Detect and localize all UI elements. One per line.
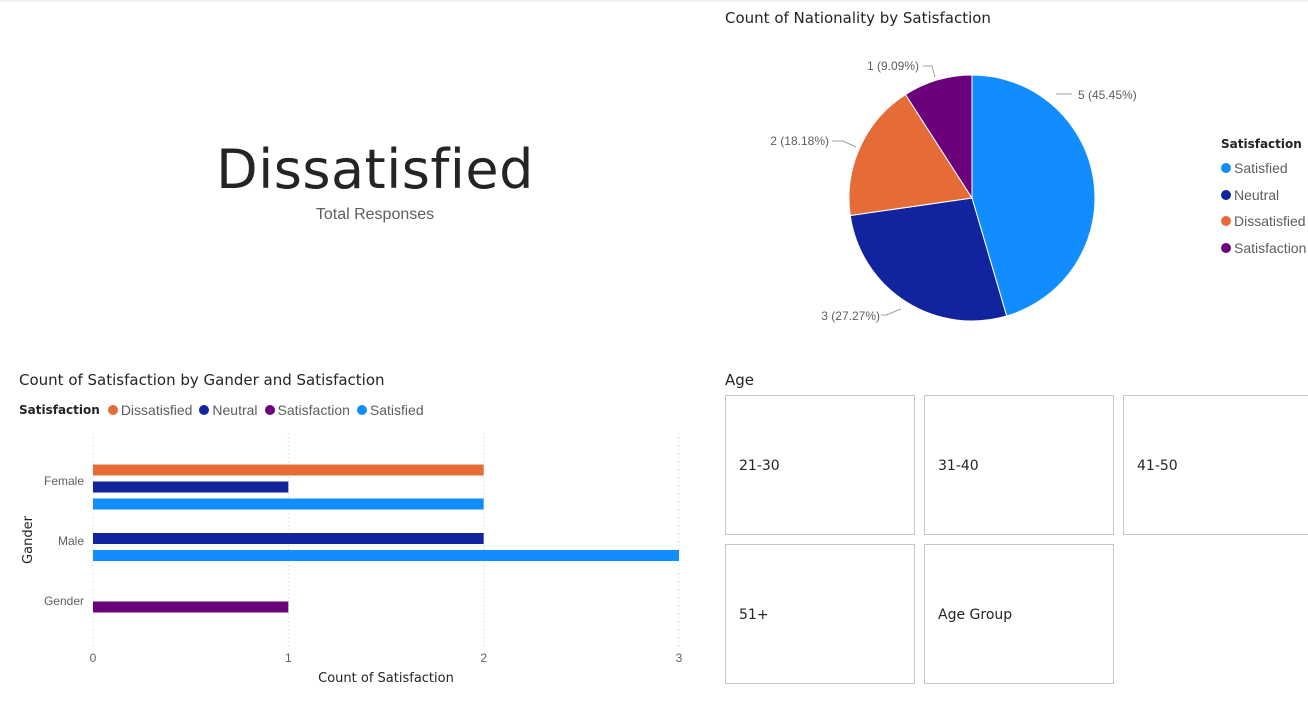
pie-data-label: 3 (27.27%) xyxy=(821,309,880,323)
pie-label-leader xyxy=(881,308,902,316)
pie-legend-label: Satisfied xyxy=(1234,160,1288,177)
pie-legend-label: Satisfaction xyxy=(1234,239,1307,256)
bar-legend-item-satisfaction[interactable]: Satisfaction xyxy=(264,402,350,418)
bar-legend-title: Satisfaction xyxy=(19,403,100,417)
legend-dot-icon xyxy=(356,405,367,415)
y-tick-label: Female xyxy=(44,474,84,488)
bar-legend-label: Neutral xyxy=(212,402,258,418)
x-tick-label: 3 xyxy=(676,651,683,665)
pie-legend-item-satisfied[interactable]: Satisfied xyxy=(1221,155,1306,182)
x-tick-label: 2 xyxy=(480,651,487,665)
bar-gender-satisfaction[interactable] xyxy=(93,601,289,613)
age-tile-age-group[interactable]: Age Group xyxy=(924,544,1114,684)
legend-dot-icon xyxy=(1221,163,1231,174)
bar-legend-label: Dissatisfied xyxy=(120,402,193,418)
age-tile-41-50[interactable]: 41-50 xyxy=(1123,395,1308,535)
age-tile-label: 31-40 xyxy=(938,458,979,474)
y-tick-label: Male xyxy=(58,534,84,548)
bar-chart[interactable]: Female Male Gender 0 1 2 3 Count of Satisfactio… xyxy=(0,425,700,695)
legend-dot-icon xyxy=(1221,189,1231,200)
bar-legend-label: Satisfied xyxy=(369,402,424,418)
pie-legend-item-dissatisfied[interactable]: Dissatisfied xyxy=(1221,208,1306,235)
kpi-label: Total Responses xyxy=(315,206,435,223)
pie-chart-title: Count of Nationality by Satisfaction xyxy=(725,9,991,27)
legend-dot-icon xyxy=(264,405,275,415)
pie-data-label: 1 (9.09%) xyxy=(867,59,919,73)
x-axis-title: Count of Satisfaction xyxy=(318,671,454,686)
y-axis-title: Gander xyxy=(21,515,36,564)
x-tick-label: 0 xyxy=(90,651,97,665)
pie-label-leader xyxy=(923,65,936,78)
age-tile-label: 21-30 xyxy=(739,458,780,474)
pie-label-leader xyxy=(832,140,857,148)
bar-female-dissatisfied[interactable] xyxy=(93,464,484,476)
pie-legend-item-satisfaction[interactable]: Satisfaction xyxy=(1221,235,1306,262)
bar-female-satisfied[interactable] xyxy=(93,498,484,510)
bar-chart-title: Count of Satisfaction by Gander and Sati… xyxy=(19,371,385,389)
legend-dot-icon xyxy=(199,405,210,415)
bar-legend-item-dissatisfied[interactable]: Dissatisfied xyxy=(107,402,193,418)
pie-chart[interactable]: 5 (45.45%) 3 (27.27%) 2 (18.18%) 1 (9.09%) xyxy=(720,30,1200,350)
pie-legend-label: Dissatisfied xyxy=(1234,213,1306,230)
legend-dot-icon xyxy=(107,405,118,415)
x-tick-label: 1 xyxy=(285,651,292,665)
y-tick-label: Gender xyxy=(44,594,84,608)
kpi-card[interactable]: Dissatisfied Total Responses xyxy=(0,0,750,360)
age-slicer-title: Age xyxy=(725,371,755,389)
bar-male-neutral[interactable] xyxy=(93,533,484,544)
bar-legend-label: Satisfaction xyxy=(277,402,350,418)
age-tile-label: 51+ xyxy=(739,607,769,623)
bar-male-satisfied[interactable] xyxy=(93,550,679,561)
pie-legend-title: Satisfaction xyxy=(1221,137,1302,151)
bar-female-neutral[interactable] xyxy=(93,481,289,493)
pie-data-label: 5 (45.45%) xyxy=(1078,88,1137,102)
age-tile-51-plus[interactable]: 51+ xyxy=(725,544,915,684)
age-tile-21-30[interactable]: 21-30 xyxy=(725,395,915,535)
pie-data-label: 2 (18.18%) xyxy=(770,134,829,148)
bar-legend-item-neutral[interactable]: Neutral xyxy=(199,402,258,418)
legend-dot-icon xyxy=(1221,216,1231,227)
bar-legend-item-satisfied[interactable]: Satisfied xyxy=(356,402,424,418)
kpi-value: Dissatisfied xyxy=(216,138,534,201)
age-tile-label: Age Group xyxy=(938,607,1013,623)
bar-legend: Satisfaction Dissatisfied Neutral Satisf… xyxy=(19,402,431,418)
pie-legend-item-neutral[interactable]: Neutral xyxy=(1221,182,1306,209)
pie-legend: Satisfaction Satisfied Neutral Dissatisf… xyxy=(1221,137,1306,261)
legend-dot-icon xyxy=(1221,242,1231,253)
age-tile-31-40[interactable]: 31-40 xyxy=(924,395,1114,535)
pie-legend-label: Neutral xyxy=(1234,186,1280,203)
age-tile-label: 41-50 xyxy=(1137,458,1178,474)
